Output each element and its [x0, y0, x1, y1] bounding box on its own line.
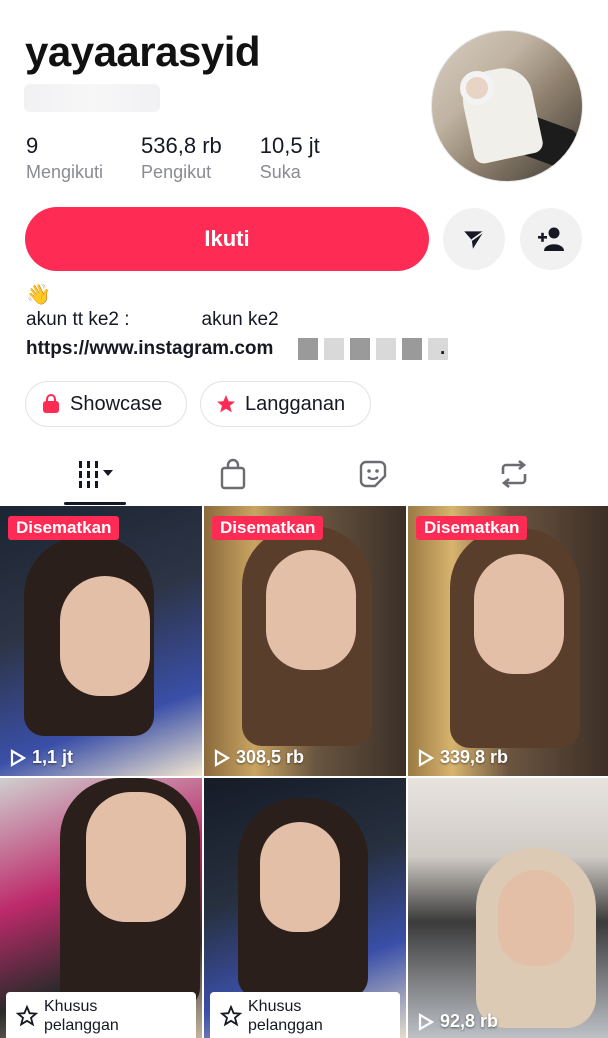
following-label: Mengikuti [26, 162, 104, 182]
play-icon [418, 748, 434, 767]
username: yayaarasyid [25, 28, 261, 75]
bio-link-end: . [440, 338, 446, 359]
sticker-icon [359, 460, 387, 488]
followers-count: 536,8 rb [141, 133, 222, 158]
send-icon [464, 230, 485, 249]
video-grid: Disematkan 1,1 jt Disematkan 308,5 rb Di… [0, 506, 608, 1038]
likes-label: Suka [259, 162, 301, 182]
content-tabs [0, 446, 608, 506]
stat-likes[interactable]: 10,5 jt Suka [260, 132, 320, 184]
video-thumbnail[interactable]: Disematkan 339,8 rb [408, 506, 608, 776]
add-user-icon [538, 227, 564, 251]
star-badge-icon [220, 1005, 242, 1027]
pinned-badge: Disematkan [8, 516, 120, 540]
pinned-badge: Disematkan [212, 516, 324, 540]
bio-text-end: akun ke2 [201, 309, 279, 330]
subscriber-only-badge: Khusus pelanggan [6, 992, 196, 1038]
video-thumbnail[interactable]: Disematkan 1,1 jt [0, 506, 202, 776]
grid-icon [79, 461, 113, 488]
video-thumbnail[interactable]: 92,8 rb [408, 778, 608, 1038]
showcase-chip[interactable]: Showcase [25, 381, 187, 427]
message-button[interactable] [443, 208, 505, 270]
video-thumbnail[interactable]: Khusus pelanggan [204, 778, 406, 1038]
star-badge-icon [16, 1005, 38, 1027]
subscription-label: Langganan [245, 392, 346, 415]
view-count: 308,5 rb [214, 747, 304, 768]
tab-reposts[interactable] [488, 456, 540, 492]
view-count: 339,8 rb [418, 747, 508, 768]
active-tab-indicator [64, 502, 126, 505]
video-thumbnail[interactable]: Disematkan 308,5 rb [204, 506, 406, 776]
subscriber-only-badge: Khusus pelanggan [210, 992, 400, 1038]
tab-videos[interactable] [72, 456, 124, 492]
shopping-bag-icon [43, 394, 59, 413]
video-thumbnail[interactable]: Khusus pelanggan [0, 778, 202, 1038]
add-friend-button[interactable] [520, 208, 582, 270]
star-badge-icon [217, 395, 235, 413]
repost-icon [501, 459, 527, 489]
avatar[interactable] [431, 30, 583, 182]
pinned-badge: Disematkan [416, 516, 528, 540]
play-icon [10, 748, 26, 767]
play-icon [214, 748, 230, 767]
follow-button[interactable]: Ikuti [25, 207, 429, 271]
bio-emoji: 👋 [26, 284, 51, 306]
bio-text-start: akun tt ke2 : [26, 309, 130, 330]
handle-blurred [24, 84, 160, 112]
play-icon [418, 1012, 434, 1031]
bio-link[interactable]: https://www.instagram.com [26, 338, 273, 360]
tab-shop[interactable] [207, 456, 259, 492]
following-count: 9 [26, 133, 39, 158]
followers-label: Pengikut [141, 162, 212, 182]
bio-link-redacted [298, 338, 448, 360]
shopping-bag-icon [220, 458, 246, 490]
view-count: 92,8 rb [418, 1011, 498, 1032]
bio-line-1: akun tt ke2 : akun ke2 [26, 309, 279, 331]
showcase-label: Showcase [70, 392, 163, 415]
view-count: 1,1 jt [10, 747, 73, 768]
likes-count: 10,5 jt [259, 133, 320, 158]
tab-favorites[interactable] [347, 456, 399, 492]
subscription-chip[interactable]: Langganan [200, 381, 371, 427]
profile-stats: 9 Mengikuti 536,8 rb Pengikut 10,5 jt Su… [26, 132, 358, 184]
stat-followers[interactable]: 536,8 rb Pengikut [141, 132, 222, 184]
stat-following[interactable]: 9 Mengikuti [26, 132, 103, 184]
